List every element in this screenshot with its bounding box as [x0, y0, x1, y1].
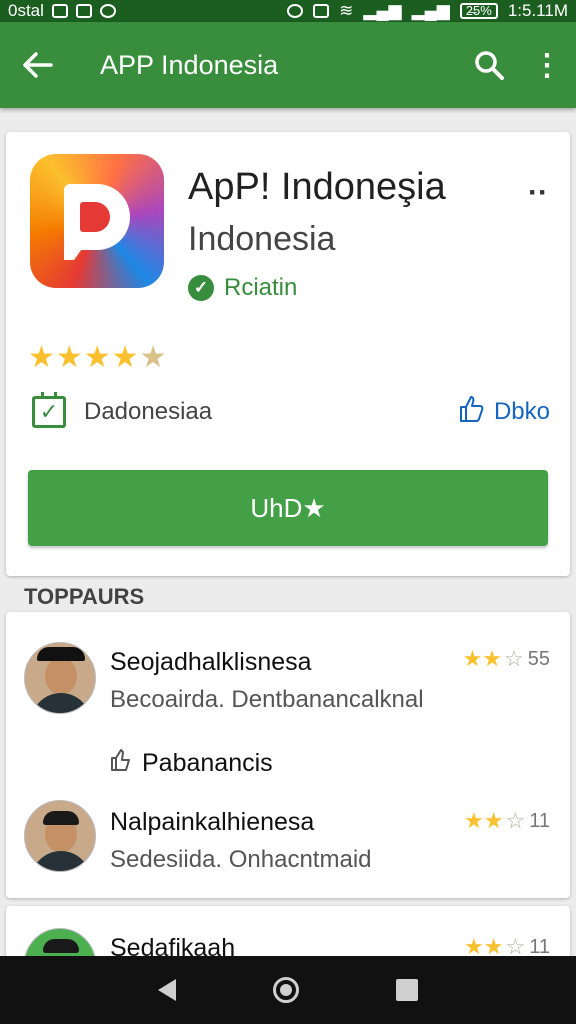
- app-bar: APP Indonesia ⋮: [0, 22, 576, 108]
- status-left-text: 0stal: [8, 1, 44, 20]
- thumb-up-icon: [458, 395, 484, 430]
- app-meta-row: ✓ Dadonesiaa Dbko: [32, 390, 550, 434]
- helpful-label: Pabanancis: [142, 748, 273, 777]
- search-icon[interactable]: [460, 36, 518, 94]
- meta-category-label: Dadonesiaa: [84, 398, 213, 425]
- avatar: [24, 642, 96, 714]
- signal-icon: ▂▄▆: [363, 1, 402, 20]
- app-logo-icon[interactable]: [30, 154, 164, 288]
- more-vert-icon[interactable]: ⋮: [518, 36, 576, 94]
- review-count: 55: [527, 647, 550, 670]
- reviewer-name: Seojadhalklisnesa: [110, 648, 312, 676]
- helpful-button[interactable]: Pabanancis: [110, 748, 273, 778]
- reviews-card: Seojadhalklisnesa Becoairda. Dentbananca…: [6, 612, 570, 898]
- nav-back-icon[interactable]: [158, 979, 177, 1001]
- calendar-check-icon: ✓: [32, 392, 66, 428]
- app-developer[interactable]: Indonesia: [188, 220, 335, 259]
- wifi-icon: ≋: [339, 1, 354, 20]
- review-stars: ★★ ☆ 55: [462, 646, 550, 671]
- review-stars: ★★ ☆ 11: [464, 808, 550, 833]
- signal-icon: ▂▄▆: [411, 1, 450, 20]
- section-title: TOPPAURS: [24, 584, 145, 609]
- status-left: 0stal: [8, 1, 116, 21]
- review-count: 11: [529, 809, 550, 832]
- app-rating-stars: ★★★★★: [28, 341, 168, 374]
- verified-badge: ✓ Rciatin: [188, 274, 297, 302]
- install-button[interactable]: UhD★: [28, 470, 548, 546]
- system-nav-bar: [0, 956, 576, 1024]
- notification-check-icon: [99, 4, 116, 18]
- verified-label: Rciatin: [224, 274, 298, 301]
- reviewer-name: Nalpainkalhienesa: [110, 808, 315, 836]
- alarm-icon: [287, 4, 304, 18]
- review-text: Becoairda. Dentbanancalknal: [110, 686, 424, 713]
- more-horiz-icon[interactable]: ··: [528, 176, 548, 210]
- arrow-back-icon[interactable]: [0, 22, 76, 108]
- review-text: Sedesiida. Onhacntmaid: [110, 846, 372, 873]
- notification-icon: [51, 4, 68, 18]
- app-details-card: ApP! Indoneşia ·· Indonesia ✓ Rciatin ★★…: [6, 132, 570, 576]
- vibrate-icon: [313, 4, 330, 18]
- app-name: ApP! Indoneşia: [188, 166, 446, 208]
- avatar: [24, 800, 96, 872]
- nav-home-icon[interactable]: [272, 977, 299, 1003]
- status-right: ≋ ▂▄▆ ▂▄▆ 2̶5% 1:5.11M: [287, 1, 568, 21]
- clock: 1:5.11M: [507, 1, 568, 20]
- meta-like-label: Dbko: [493, 398, 550, 425]
- status-bar: 0stal ≋ ▂▄▆ ▂▄▆ 2̶5% 1:5.11M: [0, 0, 576, 22]
- nav-recents-icon[interactable]: [395, 979, 418, 1001]
- thumb-icon: [110, 748, 132, 778]
- battery-indicator: 2̶5%: [459, 3, 498, 19]
- page-title: APP Indonesia: [100, 49, 279, 80]
- check-circle-icon: ✓: [188, 275, 214, 301]
- notification-icon: [75, 4, 92, 18]
- meta-category[interactable]: ✓ Dadonesiaa: [32, 392, 213, 428]
- meta-like[interactable]: Dbko: [458, 395, 550, 430]
